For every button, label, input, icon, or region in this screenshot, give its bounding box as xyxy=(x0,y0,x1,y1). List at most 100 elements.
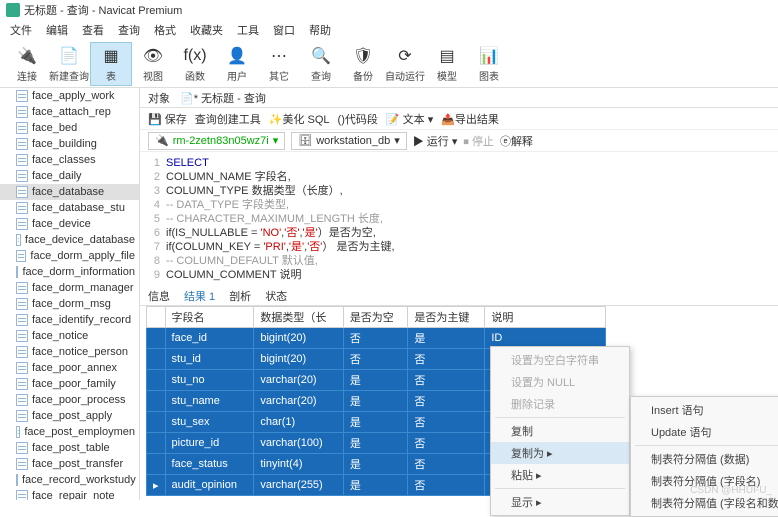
cell[interactable]: bigint(20) xyxy=(254,349,343,370)
table-face_database[interactable]: face_database xyxy=(0,184,139,200)
cell[interactable]: tinyint(4) xyxy=(254,454,343,475)
context-menu[interactable]: 设置为空白字符串设置为 NULL删除记录复制复制为 ▸粘贴 ▸显示 ▸ xyxy=(490,346,630,516)
table-face_post_employmen[interactable]: face_post_employmen xyxy=(0,424,139,440)
schema-combo[interactable]: 🗄 workstation_db ▾ xyxy=(291,132,407,150)
save-button[interactable]: 💾 保存 xyxy=(148,111,187,127)
col-header[interactable]: 字段名 xyxy=(165,307,254,328)
cell[interactable]: 是 xyxy=(343,475,408,496)
result-tab[interactable]: 结果 1 xyxy=(184,288,215,304)
cell[interactable]: stu_no xyxy=(165,370,254,391)
toolbar-备份[interactable]: 🛡备份 xyxy=(342,42,384,86)
table-face_poor_process[interactable]: face_poor_process xyxy=(0,392,139,408)
ctx-sub-item[interactable]: Insert 语句 xyxy=(631,399,778,421)
table-face_notice_person[interactable]: face_notice_person xyxy=(0,344,139,360)
table-face_daily[interactable]: face_daily xyxy=(0,168,139,184)
tab-query[interactable]: 📄* 无标题 - 查询 xyxy=(180,90,266,106)
table-face_apply_work[interactable]: face_apply_work xyxy=(0,88,139,104)
cell[interactable]: 否 xyxy=(408,475,485,496)
ctx-item[interactable]: 粘贴 ▸ xyxy=(491,464,629,486)
cell[interactable]: 否 xyxy=(408,412,485,433)
run-button[interactable]: ▶ 运行 ▾ xyxy=(413,133,458,149)
result-tab[interactable]: 信息 xyxy=(148,288,170,304)
table-face_repair_note[interactable]: face_repair_note xyxy=(0,488,139,500)
code-segment-button[interactable]: ()代码段 xyxy=(338,111,378,127)
table-face_poor_family[interactable]: face_poor_family xyxy=(0,376,139,392)
col-header[interactable]: 是否为空 xyxy=(343,307,408,328)
cell[interactable]: 否 xyxy=(408,391,485,412)
table-face_device[interactable]: face_device xyxy=(0,216,139,232)
menu-帮助[interactable]: 帮助 xyxy=(309,22,331,38)
cell[interactable]: 是 xyxy=(343,391,408,412)
cell[interactable]: stu_id xyxy=(165,349,254,370)
toolbar-新建查询[interactable]: 📄新建查询 xyxy=(48,42,90,86)
cell[interactable]: 否 xyxy=(408,370,485,391)
toolbar-视图[interactable]: 👁视图 xyxy=(132,42,174,86)
toolbar-用户[interactable]: 👤用户 xyxy=(216,42,258,86)
col-header[interactable]: 说明 xyxy=(485,307,606,328)
table-face_bed[interactable]: face_bed xyxy=(0,120,139,136)
menu-查询[interactable]: 查询 xyxy=(118,22,140,38)
table-face_attach_rep[interactable]: face_attach_rep xyxy=(0,104,139,120)
cell[interactable]: audit_opinion xyxy=(165,475,254,496)
cell[interactable]: 否 xyxy=(408,433,485,454)
cell[interactable]: 是 xyxy=(408,328,485,349)
toolbar-连接[interactable]: 🔌连接 xyxy=(6,42,48,86)
menu-格式[interactable]: 格式 xyxy=(154,22,176,38)
ctx-sub-item[interactable]: Update 语句 xyxy=(631,421,778,443)
cell[interactable]: face_status xyxy=(165,454,254,475)
cell[interactable]: stu_name xyxy=(165,391,254,412)
cell[interactable]: stu_sex xyxy=(165,412,254,433)
cell[interactable]: face_id xyxy=(165,328,254,349)
ctx-item[interactable]: 复制 xyxy=(491,420,629,442)
cell[interactable]: char(1) xyxy=(254,412,343,433)
col-header[interactable]: 是否为主键 xyxy=(408,307,485,328)
beautify-button[interactable]: ✨美化 SQL xyxy=(269,111,330,127)
export-button[interactable]: 📤导出结果 xyxy=(441,111,499,127)
ctx-item[interactable]: 复制为 ▸ xyxy=(491,442,629,464)
table-face_post_table[interactable]: face_post_table xyxy=(0,440,139,456)
table-face_record_workstudy[interactable]: face_record_workstudy xyxy=(0,472,139,488)
toolbar-自动运行[interactable]: ⟳自动运行 xyxy=(384,42,426,86)
table-face_notice[interactable]: face_notice xyxy=(0,328,139,344)
text-button[interactable]: 📝 文本 ▾ xyxy=(386,111,433,127)
table-face_device_database[interactable]: face_device_database xyxy=(0,232,139,248)
table-face_dorm_manager[interactable]: face_dorm_manager xyxy=(0,280,139,296)
table-face_dorm_msg[interactable]: face_dorm_msg xyxy=(0,296,139,312)
cell[interactable]: 否 xyxy=(408,349,485,370)
cell[interactable]: 否 xyxy=(408,454,485,475)
cell[interactable]: 否 xyxy=(343,349,408,370)
cell[interactable]: bigint(20) xyxy=(254,328,343,349)
cell[interactable]: 是 xyxy=(343,454,408,475)
menu-工具[interactable]: 工具 xyxy=(237,22,259,38)
connection-combo[interactable]: 🔌 rm-2zetn83n05wz7i ▾ xyxy=(148,132,285,150)
cell[interactable]: varchar(20) xyxy=(254,391,343,412)
cell[interactable]: picture_id xyxy=(165,433,254,454)
table-face_database_stu[interactable]: face_database_stu xyxy=(0,200,139,216)
cell[interactable]: 否 xyxy=(343,328,408,349)
cell[interactable]: 是 xyxy=(343,370,408,391)
table-face_classes[interactable]: face_classes xyxy=(0,152,139,168)
result-tab[interactable]: 剖析 xyxy=(229,288,251,304)
ctx-item[interactable]: 显示 ▸ xyxy=(491,491,629,513)
table-face_identify_record[interactable]: face_identify_record xyxy=(0,312,139,328)
toolbar-模型[interactable]: ▤模型 xyxy=(426,42,468,86)
result-tab[interactable]: 状态 xyxy=(265,288,287,304)
sql-editor[interactable]: 1SELECT2 COLUMN_NAME 字段名,3 COLUMN_TYPE 数… xyxy=(140,152,778,286)
menu-文件[interactable]: 文件 xyxy=(10,22,32,38)
table-face_dorm_apply_file[interactable]: face_dorm_apply_file xyxy=(0,248,139,264)
menu-编辑[interactable]: 编辑 xyxy=(46,22,68,38)
cell[interactable]: 是 xyxy=(343,412,408,433)
menu-收藏夹[interactable]: 收藏夹 xyxy=(190,22,223,38)
table-face_post_apply[interactable]: face_post_apply xyxy=(0,408,139,424)
menu-窗口[interactable]: 窗口 xyxy=(273,22,295,38)
cell[interactable]: varchar(100) xyxy=(254,433,343,454)
tab-objects[interactable]: 对象 xyxy=(148,90,170,106)
object-tree[interactable]: face_apply_workface_attach_repface_bedfa… xyxy=(0,88,140,500)
table-face_building[interactable]: face_building xyxy=(0,136,139,152)
cell[interactable]: 是 xyxy=(343,433,408,454)
explain-button[interactable]: ⓔ解释 xyxy=(500,133,533,149)
context-submenu[interactable]: Insert 语句Update 语句制表符分隔值 (数据)制表符分隔值 (字段名… xyxy=(630,396,778,517)
menu-查看[interactable]: 查看 xyxy=(82,22,104,38)
cell[interactable]: varchar(255) xyxy=(254,475,343,496)
query-builder-button[interactable]: 查询创建工具 xyxy=(195,111,261,127)
